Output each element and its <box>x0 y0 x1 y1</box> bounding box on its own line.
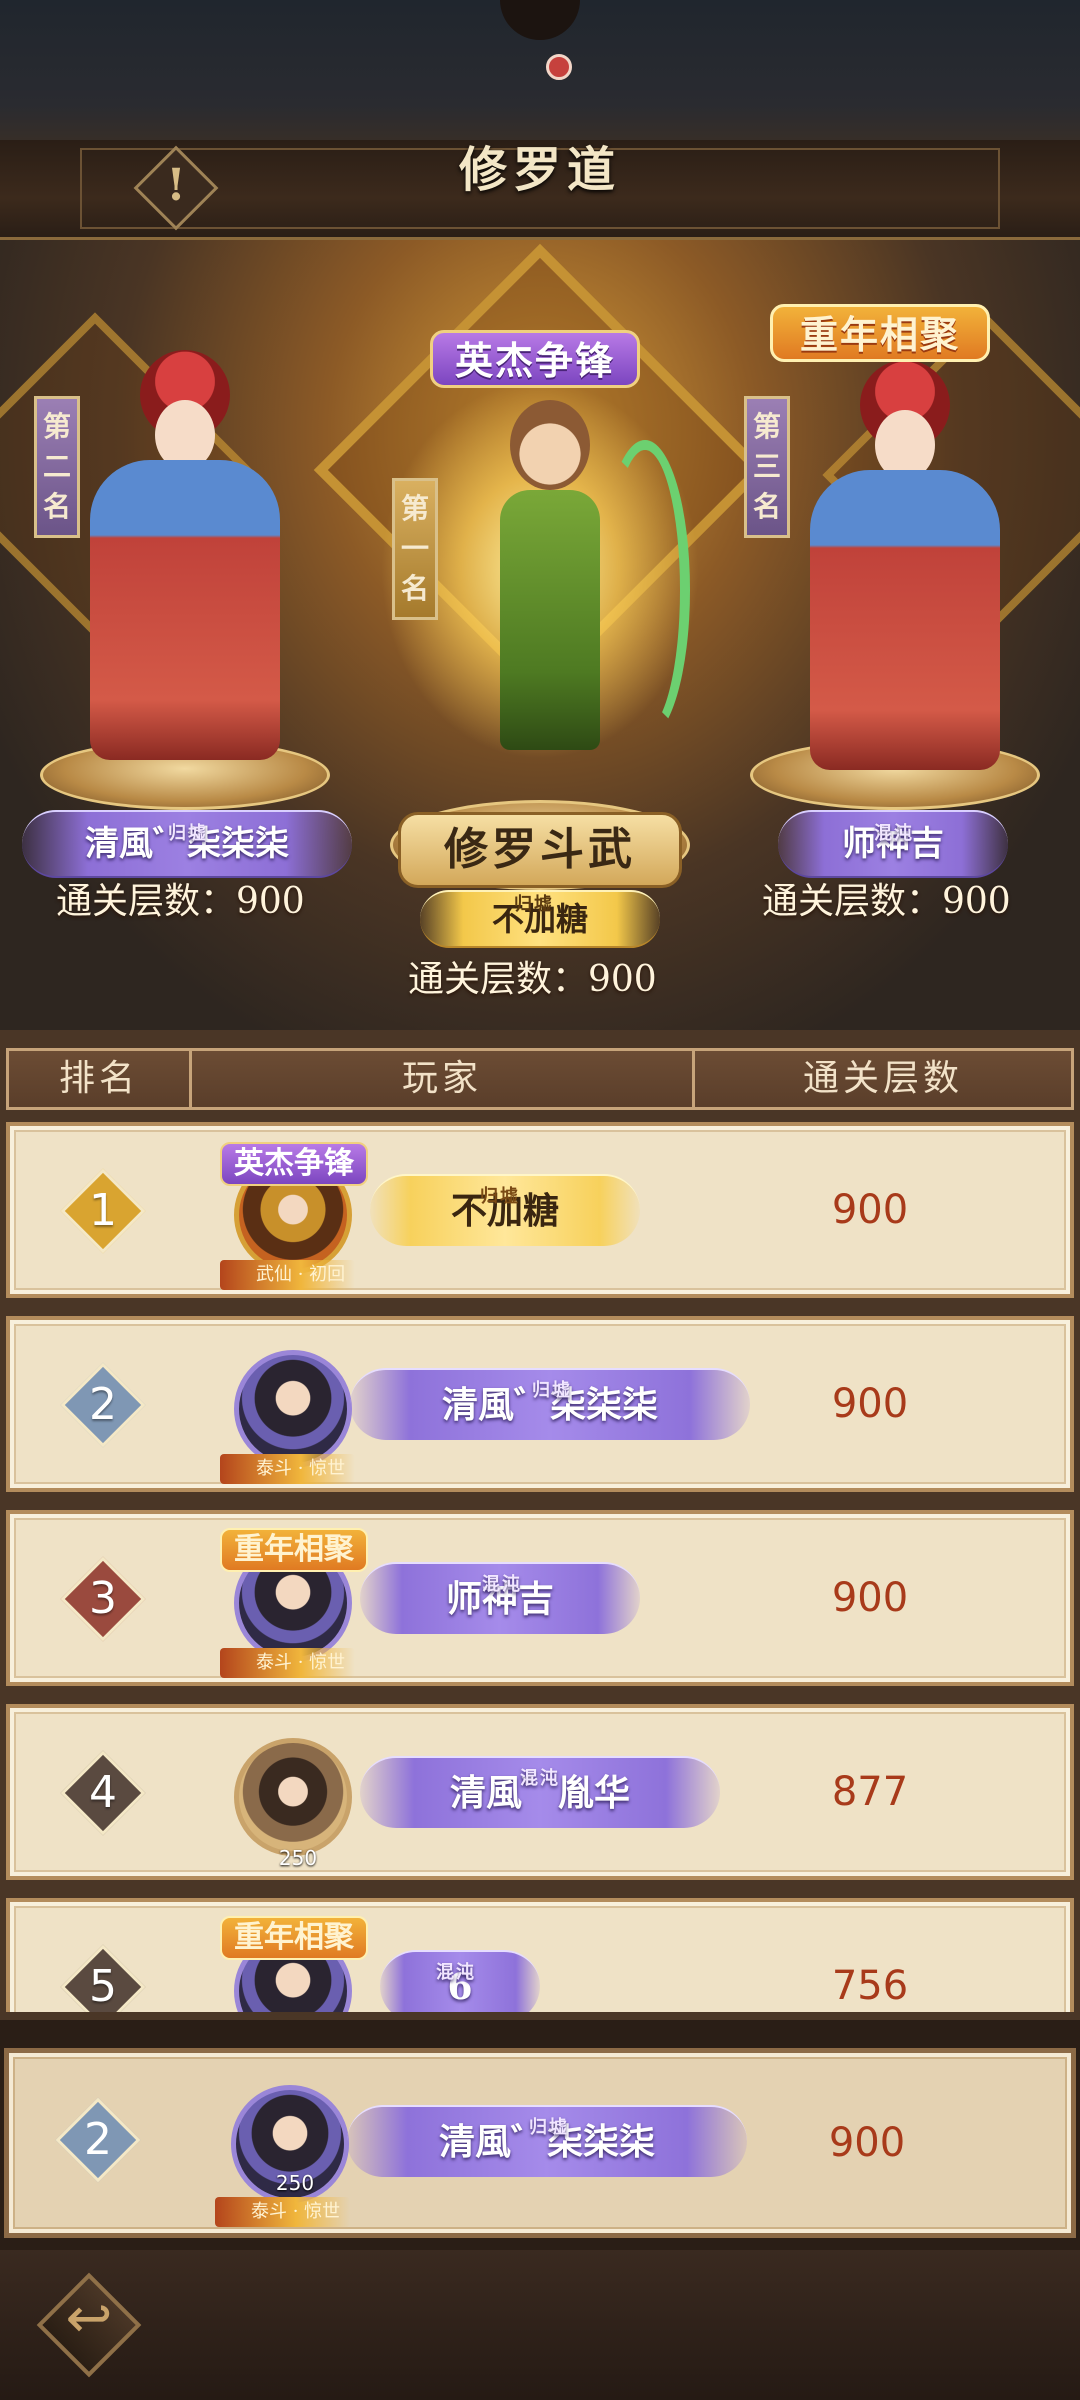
table-row[interactable]: 4 250 混沌 清風゛胤华 877 <box>6 1704 1074 1880</box>
floors-value: 900 <box>831 1575 909 1621</box>
table-row[interactable]: 5 重年相聚 混沌 6 756 <box>6 1898 1074 2012</box>
rank-badge: 2 <box>60 1362 146 1448</box>
ranking-list[interactable]: 1 英杰争锋 武仙 · 初回 归墟 不加糖 900 2 泰斗 · 惊世 归墟 清… <box>0 1114 1080 2012</box>
rank-tag-third-text: 第三名 <box>752 410 781 523</box>
rank-tag-third: 第三名 <box>744 396 790 538</box>
table-row[interactable]: 1 英杰争锋 武仙 · 初回 归墟 不加糖 900 <box>6 1122 1074 1298</box>
table-row[interactable]: 3 重年相聚 泰斗 · 惊世 混沌 师神吉 900 <box>6 1510 1074 1686</box>
back-button[interactable]: ↩ <box>36 2272 142 2378</box>
plate-tiny: 归墟 <box>480 1186 520 1207</box>
third-title-badge: 重年相聚 <box>770 304 990 362</box>
rank-number: 4 <box>89 1767 117 1818</box>
floors-value: 877 <box>831 1769 909 1815</box>
tier-label: 武仙 · 初回 <box>220 1260 356 1290</box>
throne-plate: 修罗斗武 <box>398 812 682 888</box>
player-name-plate[interactable]: 混沌 6 <box>380 1950 540 2012</box>
robe <box>90 460 280 760</box>
rank-number: 2 <box>84 2114 112 2165</box>
second-plate-tiny: 归墟 <box>168 823 208 844</box>
my-rank-row[interactable]: 2 250 泰斗 · 惊世 归墟 清風゛柒柒柒 900 <box>4 2048 1076 2238</box>
third-name-plate[interactable]: 混沌 师神吉 <box>778 810 1008 878</box>
back-arrow-icon: ↩ <box>65 2286 113 2351</box>
rank-badge: 4 <box>60 1750 146 1836</box>
rank-badge: 5 <box>60 1944 146 2012</box>
player-name-plate[interactable]: 混沌 师神吉 <box>360 1562 640 1634</box>
first-name-plate[interactable]: 归墟 不加糖 <box>420 890 660 948</box>
second-score: 通关层数：900 <box>56 881 305 922</box>
player-name-plate[interactable]: 归墟 清風゛柒柒柒 <box>350 1368 750 1440</box>
rank-badge: 1 <box>60 1168 146 1254</box>
header-floors: 通关层数 <box>802 1058 963 1099</box>
table-header: 排名 玩家 通关层数 <box>6 1048 1074 1110</box>
title-badge: 重年相聚 <box>220 1528 368 1572</box>
avatar-level: 250 <box>278 1846 318 1870</box>
table-row[interactable]: 2 泰斗 · 惊世 归墟 清風゛柒柒柒 900 <box>6 1316 1074 1492</box>
tier-label: 泰斗 · 惊世 <box>220 1454 356 1484</box>
first-place-character[interactable] <box>400 360 700 820</box>
footer-bar <box>0 2250 1080 2400</box>
tier-label: 泰斗 · 惊世 <box>220 1648 356 1678</box>
rank-tag-first-text: 第一名 <box>400 492 429 605</box>
page-title: 修罗道 <box>458 142 621 198</box>
plate-tiny: 归墟 <box>532 1380 572 1401</box>
second-place-character[interactable] <box>50 320 300 780</box>
tier-label: 泰斗 · 惊世 <box>215 2197 351 2227</box>
outfit <box>500 490 600 750</box>
title-badge: 英杰争锋 <box>220 1142 368 1186</box>
title-badge: 重年相聚 <box>220 1916 368 1960</box>
bow <box>600 440 690 740</box>
rank-number: 5 <box>89 1961 117 2012</box>
rank-number: 2 <box>89 1379 117 1430</box>
rank-tag-second-text: 第二名 <box>42 410 71 523</box>
player-name-plate[interactable]: 归墟 清風゛柒柒柒 <box>347 2105 747 2177</box>
robe <box>810 470 1000 770</box>
floors-value: 900 <box>828 2120 906 2166</box>
floors-value: 756 <box>831 1963 909 2009</box>
player-name-plate[interactable]: 归墟 不加糖 <box>370 1174 640 1246</box>
avatar[interactable] <box>234 1738 352 1856</box>
third-score: 通关层数：900 <box>762 881 1011 922</box>
floors-value: 900 <box>831 1187 909 1233</box>
rank-number: 1 <box>89 1185 117 1236</box>
first-score: 通关层数：900 <box>408 959 657 1000</box>
rank-badge: 3 <box>60 1556 146 1642</box>
rank-number: 3 <box>89 1573 117 1624</box>
rank-tag-first: 第一名 <box>392 478 438 620</box>
header-player: 玩家 <box>401 1058 482 1099</box>
rank-badge: 2 <box>55 2097 141 2183</box>
player-name-plate[interactable]: 混沌 清風゛胤华 <box>360 1756 720 1828</box>
first-plate-tiny: 归墟 <box>514 894 554 915</box>
floors-value: 900 <box>831 1381 909 1427</box>
header-rank: 排名 <box>58 1058 139 1099</box>
info-button[interactable]: ! <box>132 144 220 232</box>
plate-tiny: 混沌 <box>482 1574 522 1595</box>
first-title-badge: 英杰争锋 <box>430 330 640 388</box>
third-place-character[interactable] <box>770 330 1020 790</box>
notification-dot <box>546 54 572 80</box>
plate-tiny: 混沌 <box>436 1962 476 1983</box>
avatar-level: 250 <box>275 2171 315 2195</box>
rank-tag-second: 第二名 <box>34 396 80 538</box>
plate-tiny: 混沌 <box>520 1768 560 1789</box>
face <box>510 400 590 490</box>
plate-tiny: 归墟 <box>529 2117 569 2138</box>
info-icon: ! <box>166 160 186 211</box>
avatar[interactable] <box>234 1350 352 1468</box>
third-plate-tiny: 混沌 <box>874 823 914 844</box>
second-name-plate[interactable]: 归墟 清風゛柒柒柒 <box>22 810 352 878</box>
